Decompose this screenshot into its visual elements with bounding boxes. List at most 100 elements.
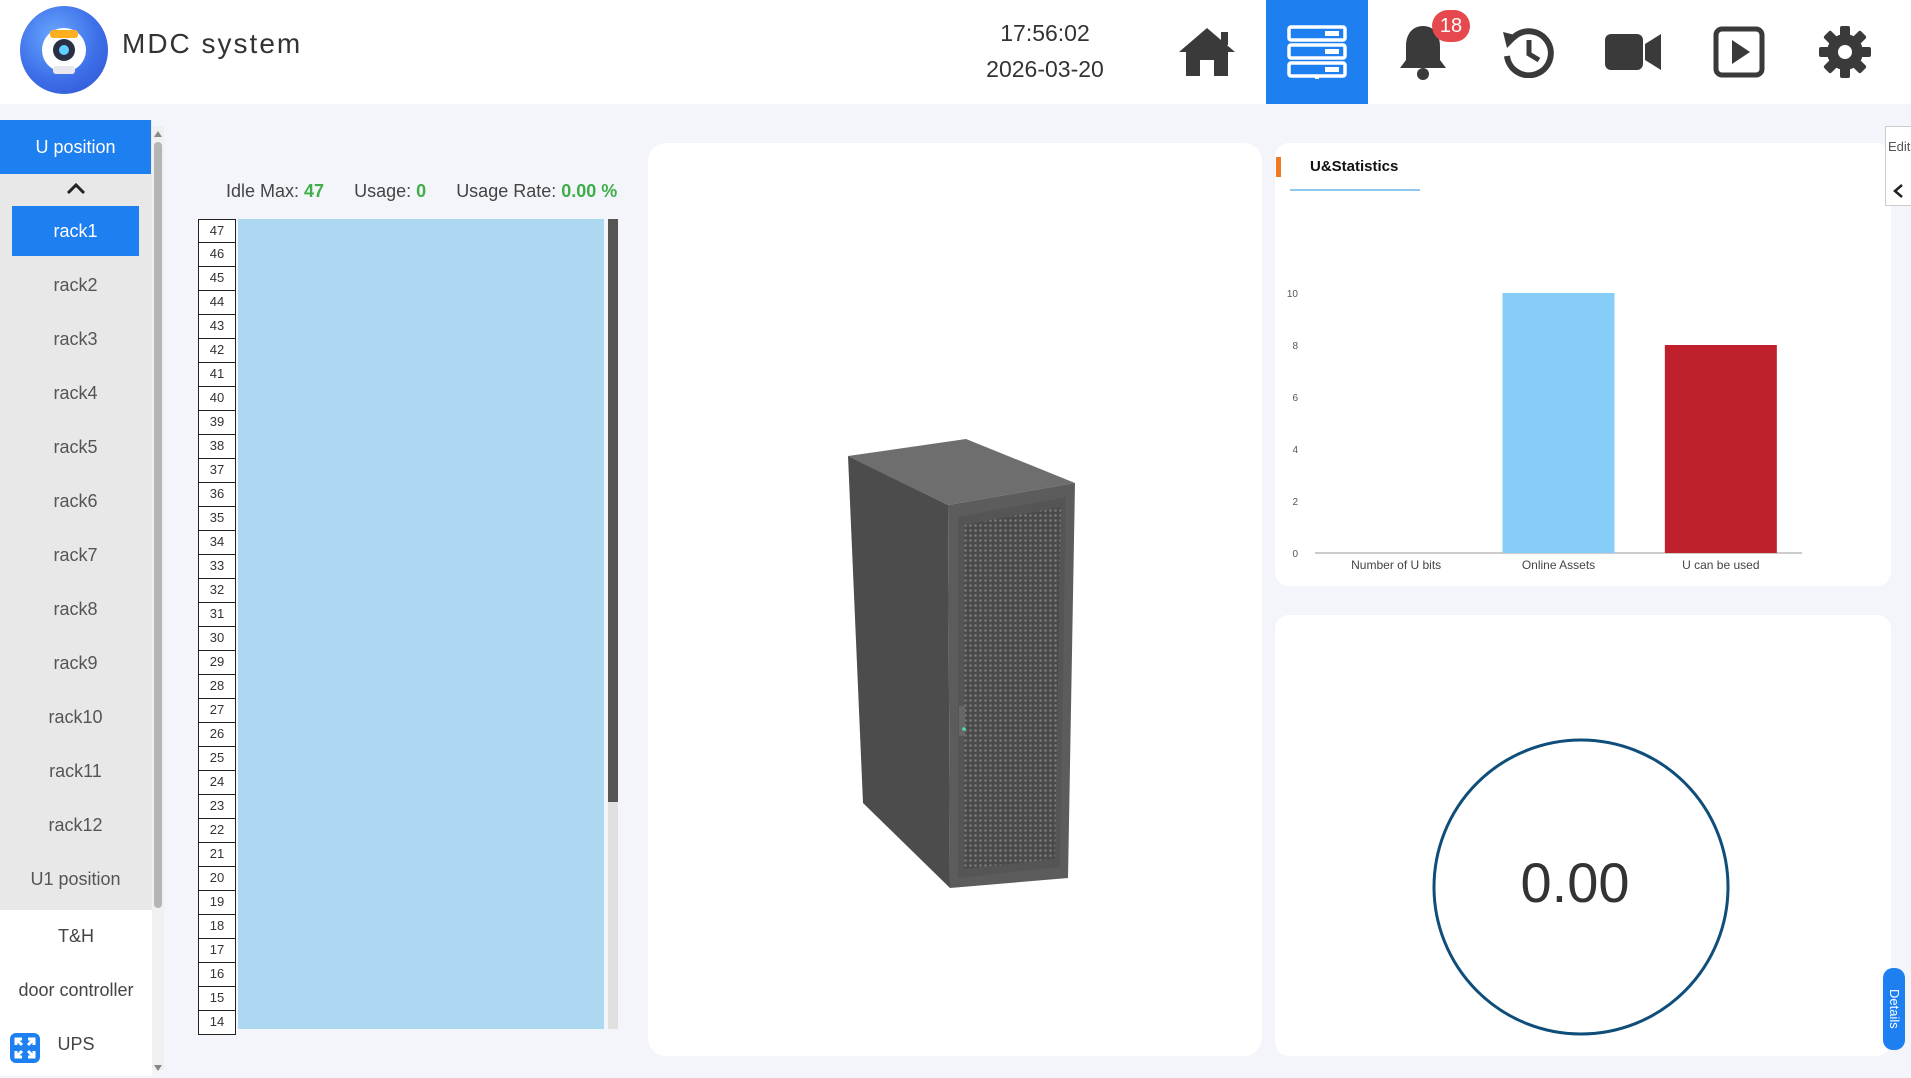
y-tick-label: 6 [1292, 393, 1298, 404]
u-slot-label: 44 [198, 291, 236, 315]
sidebar-item-t-h[interactable]: T&H [0, 911, 152, 961]
u-slot-label: 35 [198, 507, 236, 531]
details-tab[interactable]: Details [1883, 968, 1905, 1050]
rack-u-area[interactable] [238, 219, 604, 1029]
u-statistics-chart: 0 2 4 6 8 10 Number of U bits Online Assets U ca… [1287, 289, 1802, 572]
settings-button[interactable] [1794, 0, 1896, 104]
settings-icon [1819, 26, 1871, 78]
history-button[interactable] [1476, 0, 1578, 104]
u-slot-label: 16 [198, 963, 236, 987]
sidebar-item-rack4[interactable]: rack4 [12, 368, 139, 418]
sidebar-item-door-controller[interactable]: door controller [0, 965, 152, 1015]
u-slot-label: 31 [198, 603, 236, 627]
sidebar-item-rack1[interactable]: rack1 [12, 206, 139, 256]
usage-value: 0 [416, 181, 427, 201]
u-slot-label: 40 [198, 387, 236, 411]
sidebar-item-rack2[interactable]: rack2 [12, 260, 139, 310]
u-slot-label: 18 [198, 915, 236, 939]
sidebar-item-rack8[interactable]: rack8 [12, 584, 139, 634]
sidebar-section-u-position[interactable]: U position [0, 120, 151, 174]
u-slot-label: 26 [198, 723, 236, 747]
u-slot-label: 37 [198, 459, 236, 483]
x-category-label: Online Assets [1522, 558, 1595, 572]
u-slot-label: 36 [198, 483, 236, 507]
home-button[interactable] [1156, 0, 1258, 104]
u-slot-label: 34 [198, 531, 236, 555]
chevron-up-icon [66, 182, 86, 195]
u-slot-label: 30 [198, 627, 236, 651]
u-slot-label: 43 [198, 315, 236, 339]
clock-time: 17:56:02 [1000, 20, 1090, 46]
sidebar-item-rack10[interactable]: rack10 [12, 692, 139, 742]
bar-online-assets[interactable] [1502, 293, 1615, 553]
sidebar-item-rack11[interactable]: rack11 [12, 746, 139, 796]
sidebar-item-rack3[interactable]: rack3 [12, 314, 139, 364]
usage-rate-value: 0.00 % [561, 181, 618, 201]
bar-u-can-be-used[interactable] [1664, 345, 1777, 553]
idle-max-value: 47 [304, 181, 325, 201]
rack-3d-view-card [648, 143, 1262, 1056]
app-title: MDC system [122, 28, 303, 59]
sidebar-item-rack9[interactable]: rack9 [12, 638, 139, 688]
sidebar-item-rack12[interactable]: rack12 [12, 800, 139, 850]
u-slot-label: 33 [198, 555, 236, 579]
u-slot-label: 17 [198, 939, 236, 963]
u-slot-label: 46 [198, 243, 236, 267]
u-slot-label: 38 [198, 435, 236, 459]
y-tick-label: 10 [1287, 289, 1299, 300]
gauge-ring [1432, 738, 1730, 1036]
scroll-up-arrow-icon[interactable] [152, 126, 164, 137]
sidebar-item-rack6[interactable]: rack6 [12, 476, 139, 526]
u-slot-label: 45 [198, 267, 236, 291]
u-slot-label: 21 [198, 843, 236, 867]
chevron-left-icon [1893, 184, 1903, 198]
u-slot-label: 28 [198, 675, 236, 699]
alarm-count-badge: 18 [1432, 10, 1470, 42]
clock-date: 2026-03-20 [986, 56, 1104, 82]
idle-max-label: Idle Max: [226, 181, 300, 201]
sidebar-item-rack7[interactable]: rack7 [12, 530, 139, 580]
rack-cabinet-3d-icon[interactable] [648, 143, 1262, 1056]
y-tick-label: 2 [1292, 497, 1298, 508]
u-slot-label: 22 [198, 819, 236, 843]
camera-logo-icon [42, 28, 86, 74]
u-slot-label: 27 [198, 699, 236, 723]
u-slot-label: 19 [198, 891, 236, 915]
u-slot-label: 41 [198, 363, 236, 387]
y-tick-label: 0 [1292, 549, 1298, 560]
playback-button[interactable] [1688, 0, 1790, 104]
sidebar-scroll-thumb[interactable] [154, 142, 162, 908]
u-slot-label: 20 [198, 867, 236, 891]
u-slot-label: 25 [198, 747, 236, 771]
y-tick-label: 4 [1292, 445, 1298, 456]
sidebar-item-u1-position[interactable]: U1 position [12, 854, 139, 904]
gauge-value: 0.00 [1520, 851, 1630, 914]
rack-u-scroll-thumb[interactable] [608, 219, 618, 802]
u-slot-label: 39 [198, 411, 236, 435]
video-icon [1605, 34, 1661, 70]
app-logo [20, 6, 108, 94]
u-slot-label: 23 [198, 795, 236, 819]
usage-rate-label: Usage Rate: [456, 181, 557, 201]
collapse-up-button[interactable] [64, 178, 88, 200]
u-slot-label: 24 [198, 771, 236, 795]
sidebar-item-rack5[interactable]: rack5 [12, 422, 139, 472]
usage-summary: Idle Max: 47 Usage: 0 Usage Rate: 0.00 % [226, 181, 617, 202]
x-category-label: U can be used [1682, 558, 1759, 572]
y-tick-label: 8 [1292, 341, 1298, 352]
u-slot-label: 15 [198, 987, 236, 1011]
history-icon [1503, 28, 1554, 78]
rack-list-button[interactable] [1266, 0, 1368, 104]
usage-label: Usage: [354, 181, 412, 201]
u-slot-label: 32 [198, 579, 236, 603]
expand-arrows-icon [14, 1037, 36, 1059]
playback-icon [1713, 26, 1765, 78]
u-slot-label: 42 [198, 339, 236, 363]
x-category-label: Number of U bits [1351, 558, 1441, 572]
rack-list-icon [1287, 25, 1347, 79]
scroll-down-arrow-icon[interactable] [152, 1060, 164, 1071]
fullscreen-button[interactable] [10, 1033, 40, 1063]
video-button[interactable] [1582, 0, 1684, 104]
u-slot-label: 29 [198, 651, 236, 675]
usage-gauge-card [1275, 615, 1891, 1056]
